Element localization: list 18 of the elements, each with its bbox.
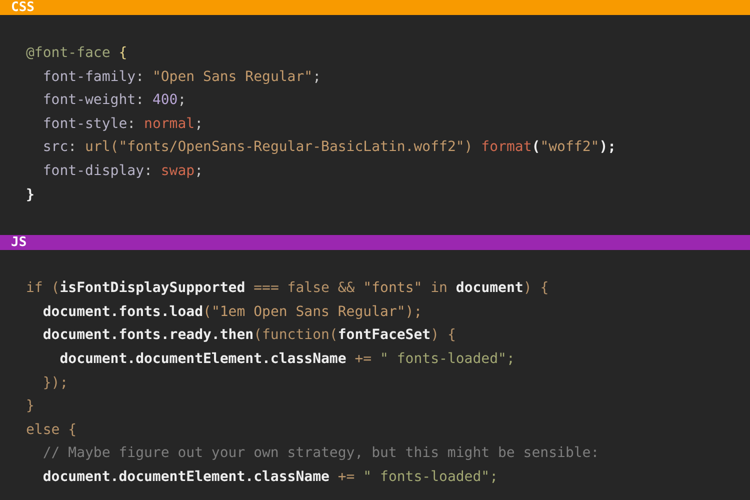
code-line: document.documentElement.className += " fonts-loaded"; xyxy=(42,468,500,487)
code-line: // Maybe figure out your own strategy, but this might be sensible: xyxy=(42,444,600,464)
code-line: document.documentElement.className += " fonts-loaded"; xyxy=(58,350,516,369)
code-line: } xyxy=(26,397,36,416)
code-line: }); xyxy=(42,374,70,393)
code-line: document.fonts.ready.then(function(fontFaceSet) { xyxy=(42,326,457,346)
code-line: else { xyxy=(26,420,78,440)
section-label: CSS xyxy=(11,0,34,15)
code-line: font-display: swap; xyxy=(42,162,204,181)
code-line: document.fonts.load("1em Open Sans Regular"); xyxy=(42,302,424,322)
code-line: @font-face { xyxy=(26,44,128,63)
code-line: } xyxy=(26,186,36,205)
code-line: font-style: normal; xyxy=(42,114,204,134)
code-line: src: url("fonts/OpenSans-Regular-BasicLatin.woff2") format("woff2"); xyxy=(42,138,618,158)
code-line: if (isFontDisplaySupported === false && "fonts" in document) { xyxy=(26,279,550,298)
code-line: font-family: "Open Sans Regular"; xyxy=(42,68,322,87)
code-line: font-weight: 400; xyxy=(42,91,188,110)
section-label: JS xyxy=(11,235,27,250)
